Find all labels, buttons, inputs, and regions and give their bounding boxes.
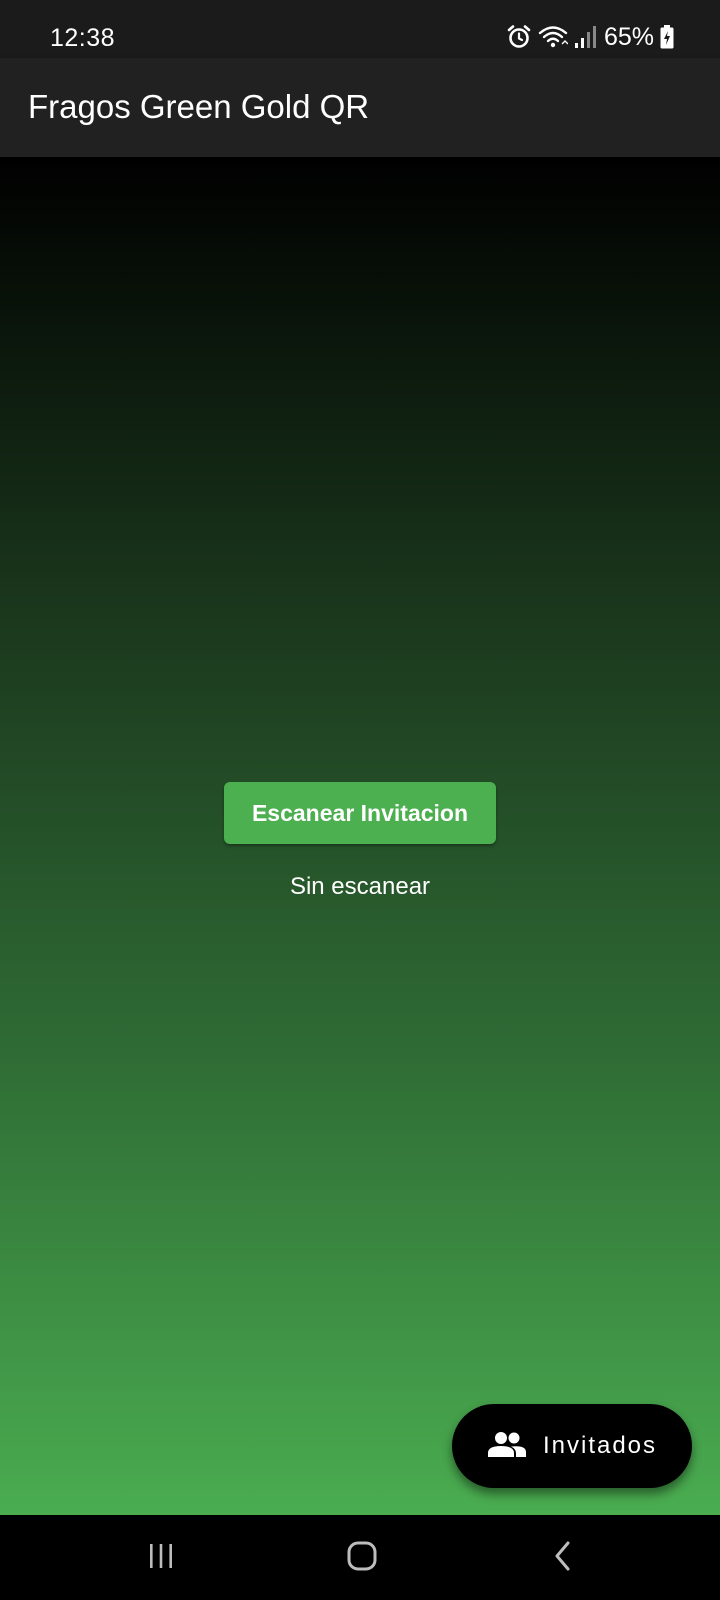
status-icons: 65%: [506, 22, 674, 52]
app-bar: Fragos Green Gold QR: [0, 58, 720, 157]
scan-status-text: Sin escanear: [289, 873, 431, 900]
battery-charging-icon: [660, 25, 674, 49]
guests-fab-button[interactable]: Invitados: [452, 1404, 692, 1488]
home-button[interactable]: [332, 1533, 392, 1583]
home-icon: [346, 1540, 378, 1577]
alarm-icon: [506, 24, 532, 50]
wifi-icon: [538, 24, 568, 50]
system-nav-bar: [0, 1515, 720, 1600]
main-content: Escanear Invitacion Sin escanear Invitad…: [0, 157, 720, 1515]
recent-apps-icon: [147, 1542, 175, 1575]
screen: 12:38 65% Fragos Green Gold QR Escanear …: [0, 0, 720, 1600]
status-bar: 12:38 65%: [0, 0, 720, 58]
signal-icon: [574, 25, 596, 49]
battery-percent: 65%: [603, 22, 654, 51]
guests-fab-label: Invitados: [542, 1432, 658, 1459]
back-button[interactable]: [533, 1533, 593, 1583]
people-icon: [487, 1430, 527, 1463]
scan-invitation-button[interactable]: Escanear Invitacion: [224, 782, 496, 844]
status-time: 12:38: [50, 24, 116, 52]
recent-apps-button[interactable]: [131, 1533, 191, 1583]
app-title: Fragos Green Gold QR: [28, 88, 370, 125]
back-icon: [551, 1541, 575, 1576]
